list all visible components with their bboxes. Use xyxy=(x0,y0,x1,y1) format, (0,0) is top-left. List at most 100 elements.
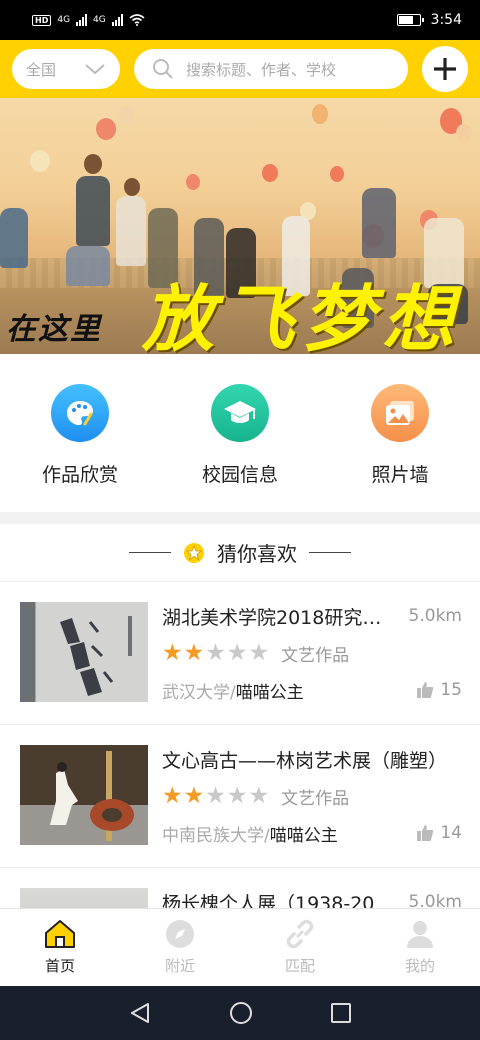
bottom-tab-bar: 首页 附近 匹配 我的 xyxy=(0,908,480,986)
item-row-rating: ★ ★ ★ ★ ★ 文艺作品 xyxy=(162,783,462,809)
tab-profile[interactable]: 我的 xyxy=(360,909,480,986)
category-campus-info[interactable]: 校园信息 xyxy=(170,384,310,512)
item-info: 文心高古——林岗艺术展（雕塑） ★ ★ ★ ★ ★ 文艺作品 中南民族大学/喵喵… xyxy=(162,745,462,867)
item-title: 文心高古——林岗艺术展（雕塑） xyxy=(162,749,448,772)
balloon xyxy=(456,124,472,142)
city-selector[interactable]: 全国 xyxy=(12,49,120,89)
recents-icon[interactable] xyxy=(330,1002,352,1024)
add-button[interactable] xyxy=(422,46,468,92)
balloon xyxy=(312,104,328,124)
recommend-title: 猜你喜欢 xyxy=(217,542,297,566)
star-filled-icon: ★ xyxy=(183,782,205,809)
person-head xyxy=(124,178,140,196)
home-icon xyxy=(45,920,75,948)
link-icon xyxy=(286,919,314,949)
item-distance: 5.0km xyxy=(408,606,462,626)
status-right: 3:54 xyxy=(396,12,462,28)
balloon xyxy=(186,174,200,190)
like-button[interactable]: 15 xyxy=(416,680,462,700)
banner-slogan-small: 在这里 xyxy=(6,312,102,347)
person-figure xyxy=(116,196,146,266)
tab-nearby[interactable]: 附近 xyxy=(120,909,240,986)
category-label: 校园信息 xyxy=(201,464,278,486)
search-input[interactable]: 搜索标题、作者、学校 xyxy=(134,49,408,89)
clock: 3:54 xyxy=(430,12,462,28)
star-filled-icon: ★ xyxy=(162,782,183,809)
tab-home[interactable]: 首页 xyxy=(0,909,120,986)
balloon xyxy=(96,118,116,140)
rating-stars: ★ ★ ★ ★ ★ xyxy=(162,782,270,809)
rating-stars: ★ ★ ★ ★ ★ xyxy=(162,639,270,666)
thumbs-up-icon xyxy=(417,682,434,698)
status-left: HD 4G 4G xyxy=(32,14,145,26)
star-empty-icon: ★ xyxy=(226,782,248,809)
signal-2-label: 4G xyxy=(93,15,106,25)
star-badge-icon xyxy=(184,542,204,563)
graduation-cap-icon xyxy=(211,384,269,442)
home-circle-icon[interactable] xyxy=(229,1001,253,1025)
category-photo-wall[interactable]: 照片墙 xyxy=(330,384,470,512)
plus-icon xyxy=(434,58,456,80)
recommend-header: 猜你喜欢 xyxy=(0,524,480,582)
person-figure xyxy=(0,208,28,268)
battery-icon xyxy=(396,14,424,26)
photo-icon xyxy=(371,384,429,442)
category-label: 作品欣赏 xyxy=(41,464,118,486)
balloon xyxy=(30,150,50,172)
search-icon xyxy=(153,59,173,79)
person-figure xyxy=(66,246,110,286)
category-artworks[interactable]: 作品欣赏 xyxy=(10,384,150,512)
balloon xyxy=(330,166,344,182)
divider-line xyxy=(309,552,351,553)
item-thumbnail xyxy=(20,602,148,702)
balloon xyxy=(262,164,278,182)
item-author: 喵喵公主 xyxy=(269,825,338,846)
item-author: 喵喵公主 xyxy=(235,682,304,703)
banner-carousel[interactable]: 在这里 放飞梦想 xyxy=(0,98,480,354)
person-figure xyxy=(362,188,396,258)
star-empty-icon: ★ xyxy=(205,639,226,666)
recommend-section: 猜你喜欢 湖北美术学院2018研究生毕业作品展 5.0km ★ ★ ★ ★ ★ … xyxy=(0,524,480,988)
city-label: 全国 xyxy=(26,60,57,79)
tab-label: 我的 xyxy=(404,957,435,975)
item-category-tag: 文艺作品 xyxy=(281,645,350,666)
item-info: 湖北美术学院2018研究生毕业作品展 5.0km ★ ★ ★ ★ ★ 文艺作品 … xyxy=(162,602,462,724)
like-count: 15 xyxy=(440,680,462,700)
back-icon[interactable] xyxy=(128,1001,152,1025)
tab-label: 首页 xyxy=(44,957,75,975)
star-empty-icon: ★ xyxy=(248,639,270,666)
signal-1-icon xyxy=(76,14,88,26)
search-placeholder: 搜索标题、作者、学校 xyxy=(186,60,337,79)
system-nav-bar xyxy=(0,986,480,1040)
list-item[interactable]: 文心高古——林岗艺术展（雕塑） ★ ★ ★ ★ ★ 文艺作品 中南民族大学/喵喵… xyxy=(0,725,480,868)
star-empty-icon: ★ xyxy=(226,639,248,666)
star-filled-icon: ★ xyxy=(183,639,205,666)
status-bar: HD 4G 4G 3:54 xyxy=(0,0,480,40)
list-item[interactable]: 湖北美术学院2018研究生毕业作品展 5.0km ★ ★ ★ ★ ★ 文艺作品 … xyxy=(0,582,480,725)
item-title: 湖北美术学院2018研究生毕业作品展 xyxy=(162,606,398,629)
tab-match[interactable]: 匹配 xyxy=(240,909,360,986)
item-school: 武汉大学/ xyxy=(162,682,236,703)
item-row-title: 文心高古——林岗艺术展（雕塑） xyxy=(162,745,462,773)
item-category-tag: 文艺作品 xyxy=(281,788,350,809)
category-grid: 作品欣赏 校园信息 照片墙 xyxy=(0,354,480,512)
item-row-meta: 武汉大学/喵喵公主 15 xyxy=(162,676,462,704)
user-icon xyxy=(407,921,433,948)
thumbs-up-icon xyxy=(417,825,434,841)
person-figure xyxy=(76,176,110,246)
item-row-title: 湖北美术学院2018研究生毕业作品展 5.0km xyxy=(162,602,462,630)
item-row-meta: 中南民族大学/喵喵公主 14 xyxy=(162,819,462,847)
item-row-rating: ★ ★ ★ ★ ★ 文艺作品 xyxy=(162,640,462,666)
item-school: 中南民族大学/ xyxy=(162,825,270,846)
balloon xyxy=(118,106,134,124)
banner-slogan-big: 放飞梦想 xyxy=(142,276,463,354)
compass-icon xyxy=(166,920,194,948)
person-head xyxy=(84,154,102,174)
wifi-icon xyxy=(129,14,145,26)
star-empty-icon: ★ xyxy=(205,782,226,809)
like-button[interactable]: 14 xyxy=(416,823,462,843)
signal-2-icon xyxy=(111,14,123,26)
star-empty-icon: ★ xyxy=(248,782,270,809)
star-filled-icon: ★ xyxy=(162,639,183,666)
tab-label: 附近 xyxy=(164,957,195,975)
